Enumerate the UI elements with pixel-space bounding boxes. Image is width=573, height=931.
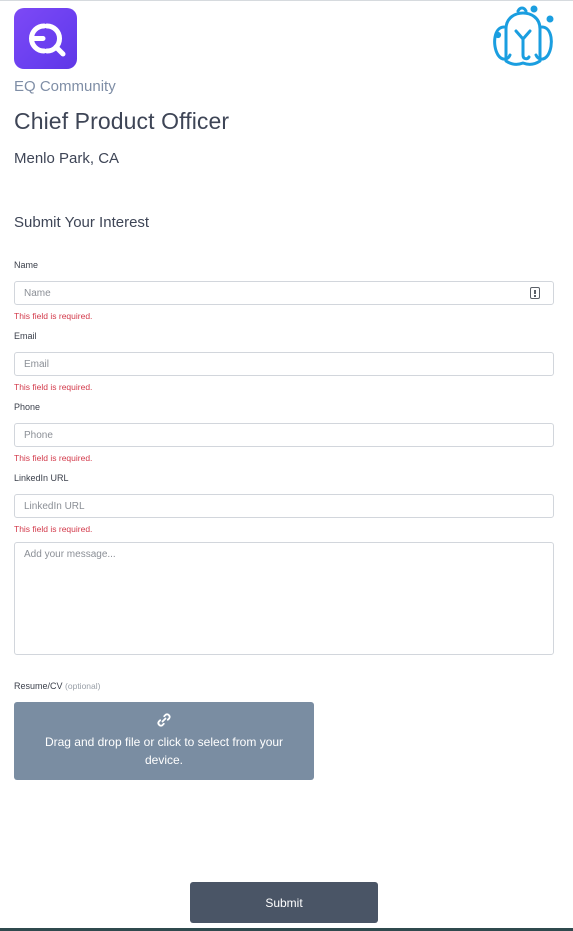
dropzone-text: Drag and drop file or click to select fr… [44,735,284,767]
eq-logo-mark [29,23,66,57]
linkedin-error: This field is required. [14,524,93,534]
message-textarea[interactable] [14,542,554,655]
email-error: This field is required. [14,382,93,392]
eq-logo [14,8,77,69]
linkedin-label: LinkedIn URL [14,473,69,483]
phone-input[interactable] [14,423,554,447]
autofill-alert-icon[interactable] [530,287,540,299]
name-input[interactable] [14,281,554,305]
name-error: This field is required. [14,311,93,321]
phone-label: Phone [14,402,41,412]
optional-tag: (optional) [65,681,101,691]
submit-button[interactable]: Submit [190,882,378,923]
job-location: Menlo Park, CA [14,150,120,167]
form-heading: Submit Your Interest [14,214,150,231]
resume-label: Resume/CV (optional) [14,681,100,691]
linkedin-input[interactable] [14,494,554,518]
name-label: Name [14,260,39,270]
elephant-mascot-icon [490,5,556,71]
resume-dropzone[interactable]: Drag and drop file or click to select fr… [14,702,314,780]
paperclip-icon [157,713,171,727]
resume-label-text: Resume/CV [14,681,63,691]
job-title: Chief Product Officer [14,108,230,134]
email-label: Email [14,331,37,341]
top-divider [0,0,573,1]
community-name: EQ Community [14,78,116,95]
email-input[interactable] [14,352,554,376]
phone-error: This field is required. [14,453,93,463]
